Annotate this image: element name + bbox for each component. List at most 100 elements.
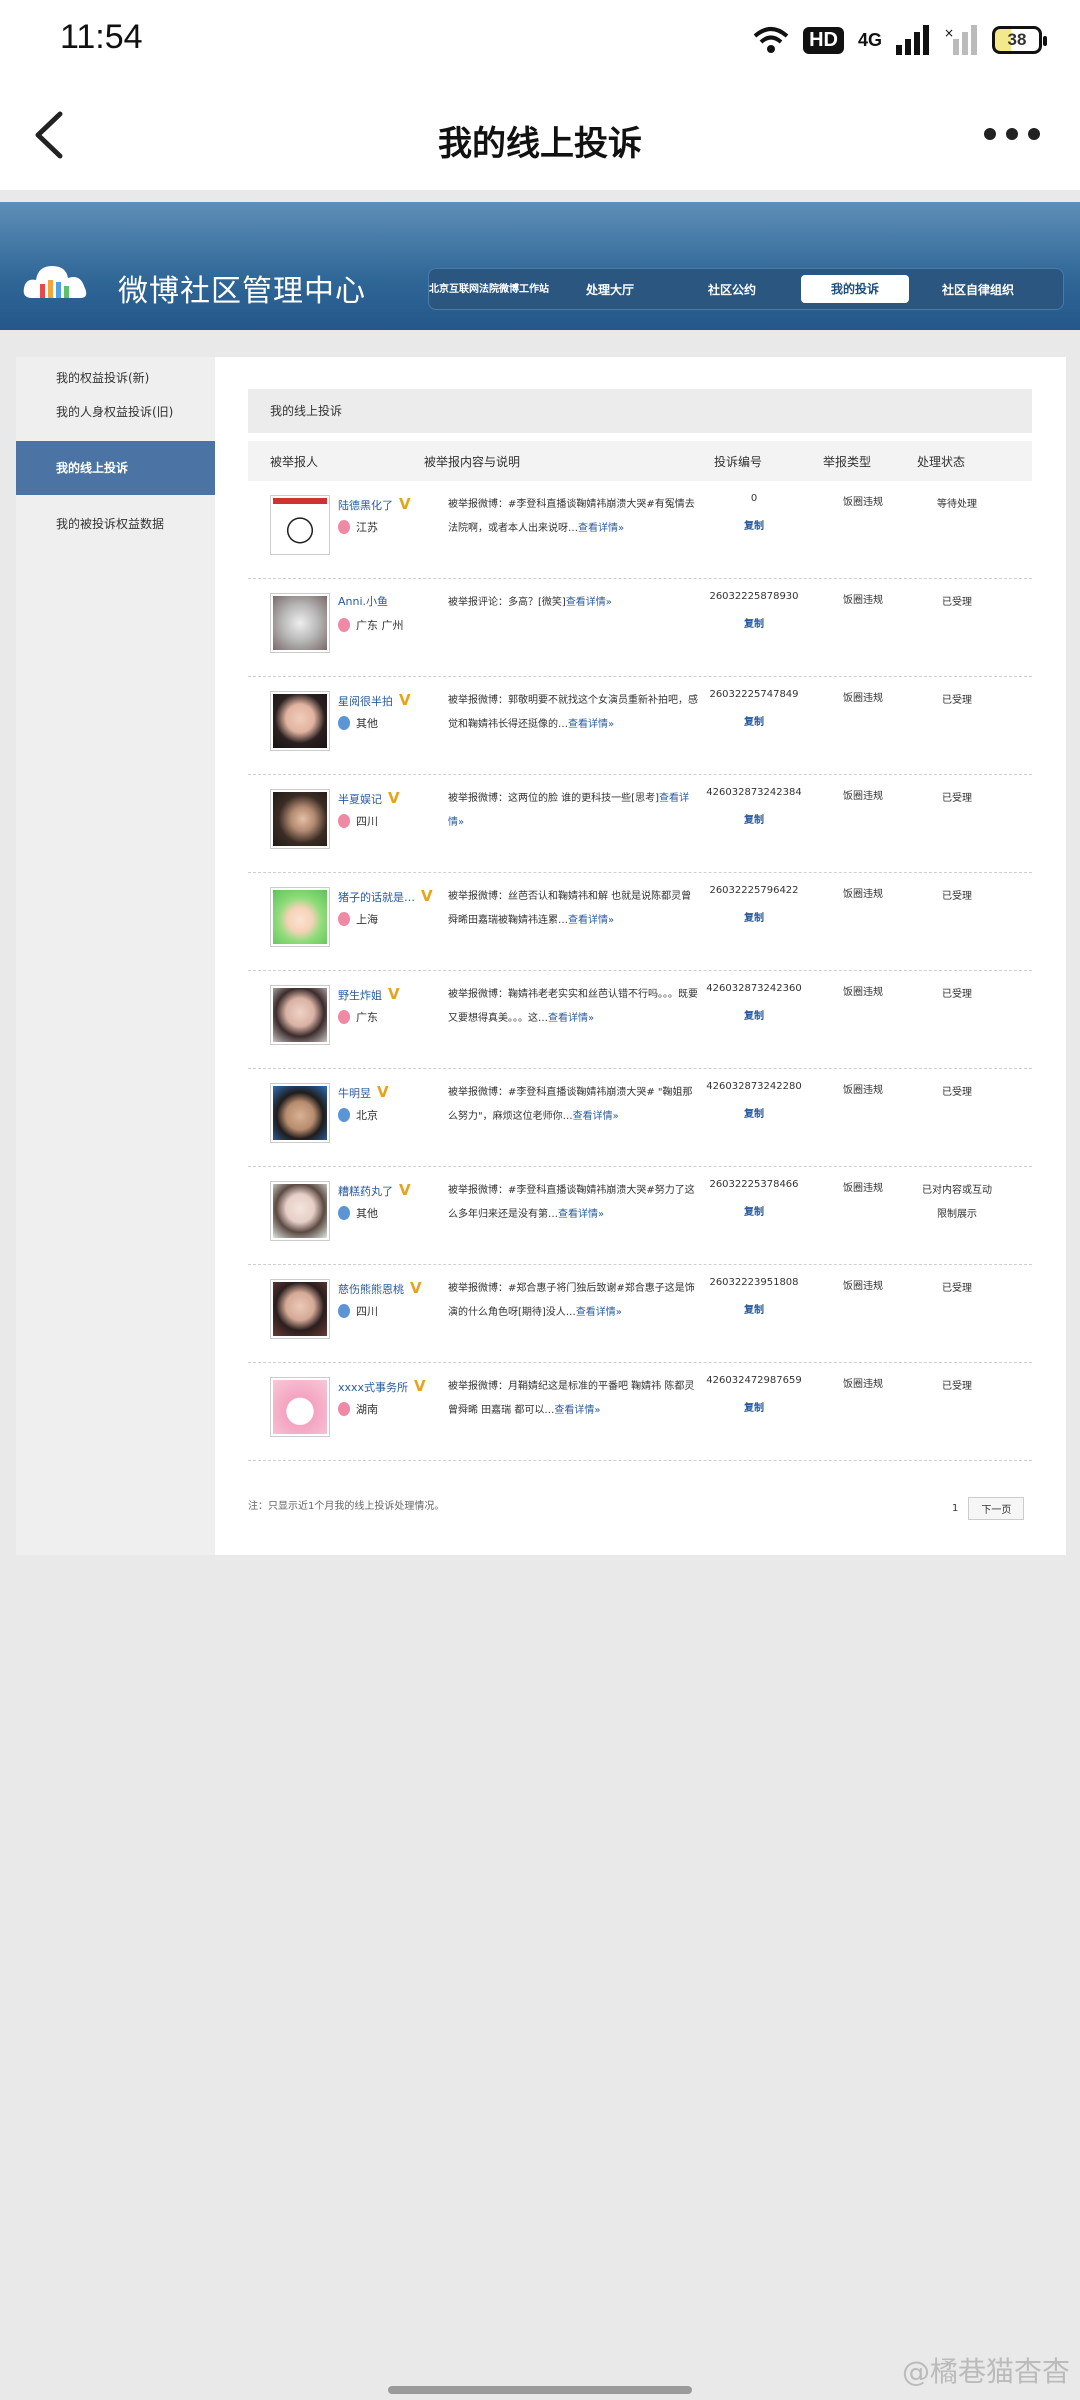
user-name-text[interactable]: 星阅很半拍: [338, 695, 393, 708]
location-text: 其他: [356, 717, 378, 730]
process-status: 已对内容或互动限制展示: [922, 1185, 992, 1220]
user-name-text[interactable]: Anni.小鱼: [338, 595, 388, 608]
avatar[interactable]: [270, 691, 330, 751]
view-details-link[interactable]: 查看详情»: [578, 523, 624, 534]
nav-court-station[interactable]: 北京互联网法院微博工作站: [429, 283, 549, 296]
reported-user-name[interactable]: 半夏娱记 V: [338, 789, 400, 807]
avatar[interactable]: [270, 1083, 330, 1143]
table-row: 半夏娱记 V 四川 被举报微博：这两位的脸 谁的更科技一些[思考]查看详情» 42…: [248, 775, 1032, 873]
process-status: 已受理: [942, 989, 972, 1000]
view-details-link[interactable]: 查看详情»: [558, 1209, 604, 1220]
complaint-number: 26032225796422: [709, 885, 799, 896]
verified-v-icon: V: [399, 691, 411, 709]
location-text: 广东 广州: [356, 619, 404, 632]
sidebar-item-online-complaints[interactable]: 我的线上投诉: [16, 441, 215, 495]
avatar[interactable]: [270, 593, 330, 653]
complaint-description: 被举报微博：这两位的脸 谁的更科技一些[思考]查看详情»: [448, 787, 698, 835]
app-bar: 我的线上投诉: [0, 80, 1080, 190]
user-name-text[interactable]: 糟糕药丸了: [338, 1185, 393, 1198]
complaint-number: 26032225378466: [709, 1179, 799, 1190]
nav-rules[interactable]: 社区公约: [671, 281, 793, 298]
sidebar-item-rights-new[interactable]: 我的权益投诉(新): [16, 363, 215, 393]
location-text: 广东: [356, 1011, 378, 1024]
copy-link[interactable]: 复制: [702, 1007, 806, 1022]
view-details-link[interactable]: 查看详情»: [568, 719, 614, 730]
copy-link[interactable]: 复制: [702, 615, 806, 630]
avatar[interactable]: [270, 1181, 330, 1241]
reported-user-name[interactable]: 猪子的话就是… V: [338, 887, 433, 905]
nav-self-org[interactable]: 社区自律组织: [917, 281, 1039, 298]
reported-user-name[interactable]: 陆德黑化了 V: [338, 495, 411, 513]
avatar[interactable]: [270, 1279, 330, 1339]
reported-user-name[interactable]: 野生炸姐 V: [338, 985, 400, 1003]
user-location: 广东 广州: [338, 617, 404, 633]
female-icon: [338, 618, 350, 632]
complaint-number: 426032472987659: [706, 1375, 802, 1386]
process-status: 已受理: [942, 1087, 972, 1098]
table-row: 牛明昱 V 北京 被举报微博：#李登科直播谈鞠婧祎崩溃大哭# "鞠姐那么努力"，麻…: [248, 1069, 1032, 1167]
view-details-link[interactable]: 查看详情»: [554, 1405, 600, 1416]
complaint-description: 被举报微博：月鞘婧纪这是标准的平番吧 鞠婧祎 陈都灵 曾舜晞 田嘉瑞 都可以…查…: [448, 1375, 698, 1423]
location-text: 四川: [356, 815, 378, 828]
location-text: 江苏: [356, 521, 378, 534]
reported-user-name[interactable]: 星阅很半拍 V: [338, 691, 411, 709]
reported-user-name[interactable]: 慈伤熊熊恩桃 V: [338, 1279, 422, 1297]
avatar[interactable]: [270, 789, 330, 849]
copy-link[interactable]: 复制: [702, 909, 806, 924]
sidebar-item-personal-old[interactable]: 我的人身权益投诉(旧): [16, 393, 215, 431]
view-details-link[interactable]: 查看详情»: [576, 1307, 622, 1318]
complaint-number: 26032225747849: [709, 689, 799, 700]
home-indicator[interactable]: [388, 2386, 692, 2394]
view-details-link[interactable]: 查看详情»: [568, 915, 614, 926]
complaint-number: 426032873242360: [706, 983, 802, 994]
report-type: 饭圈违规: [843, 1281, 883, 1292]
user-name-text[interactable]: 牛明昱: [338, 1087, 371, 1100]
user-name-text[interactable]: 猪子的话就是…: [338, 891, 415, 904]
copy-link[interactable]: 复制: [702, 1301, 806, 1316]
copy-link[interactable]: 复制: [702, 1203, 806, 1218]
female-icon: [338, 520, 350, 534]
reported-user-name[interactable]: 牛明昱 V: [338, 1083, 389, 1101]
page-number[interactable]: 1: [952, 1503, 958, 1514]
nav-my-complaints[interactable]: 我的投诉: [801, 275, 909, 303]
location-text: 北京: [356, 1109, 378, 1122]
male-icon: [338, 1304, 350, 1318]
avatar[interactable]: [270, 495, 330, 555]
copy-link[interactable]: 复制: [702, 517, 806, 532]
description-text: 被举报微博：这两位的脸 谁的更科技一些[思考]: [448, 793, 659, 804]
user-name-text[interactable]: 半夏娱记: [338, 793, 382, 806]
avatar[interactable]: [270, 1377, 330, 1437]
more-options-icon[interactable]: [984, 128, 1040, 140]
user-name-text[interactable]: 慈伤熊熊恩桃: [338, 1283, 404, 1296]
next-page-button[interactable]: 下一页: [968, 1497, 1025, 1520]
user-name-text[interactable]: 野生炸姐: [338, 989, 382, 1002]
copy-link[interactable]: 复制: [702, 1105, 806, 1120]
table-row: 慈伤熊熊恩桃 V 四川 被举报微博：#郑合惠子将门独后致谢#郑合惠子这是饰演的什么…: [248, 1265, 1032, 1363]
view-details-link[interactable]: 查看详情»: [548, 1013, 594, 1024]
reported-user-name[interactable]: xxxx式事务所 V: [338, 1377, 426, 1395]
nav-hall[interactable]: 处理大厅: [549, 281, 671, 298]
divider: [0, 190, 1080, 202]
copy-link[interactable]: 复制: [702, 1399, 806, 1414]
report-type: 饭圈违规: [843, 595, 883, 606]
avatar[interactable]: [270, 985, 330, 1045]
male-icon: [338, 1108, 350, 1122]
sidebar-item-complained-data[interactable]: 我的被投诉权益数据: [16, 499, 215, 549]
process-status: 已受理: [942, 1283, 972, 1294]
user-name-text[interactable]: 陆德黑化了: [338, 499, 393, 512]
description-text: 被举报微博：#李登科直播谈鞠婧祎崩溃大哭#有冤情去法院啊，或者本人出来说呀…: [448, 499, 695, 534]
view-details-link[interactable]: 查看详情»: [566, 597, 612, 608]
reported-user-name[interactable]: 糟糕药丸了 V: [338, 1181, 411, 1199]
col-number: 投诉编号: [713, 454, 762, 469]
user-location: 广东: [338, 1009, 378, 1025]
table-row: 糟糕药丸了 V 其他 被举报微博：#李登科直播谈鞠婧祎崩溃大哭#努力了这么多年归来…: [248, 1167, 1032, 1265]
complaint-description: 被举报微博：郭敬明要不就找这个女演员重新补拍吧，感觉和鞠婧祎长得还挺像的…查看详…: [448, 689, 698, 737]
reported-user-name[interactable]: Anni.小鱼: [338, 593, 388, 609]
copy-link[interactable]: 复制: [702, 713, 806, 728]
avatar[interactable]: [270, 887, 330, 947]
user-location: 江苏: [338, 519, 378, 535]
view-details-link[interactable]: 查看详情»: [573, 1111, 619, 1122]
user-name-text[interactable]: xxxx式事务所: [338, 1381, 408, 1394]
verified-v-icon: V: [388, 789, 400, 807]
copy-link[interactable]: 复制: [702, 811, 806, 826]
